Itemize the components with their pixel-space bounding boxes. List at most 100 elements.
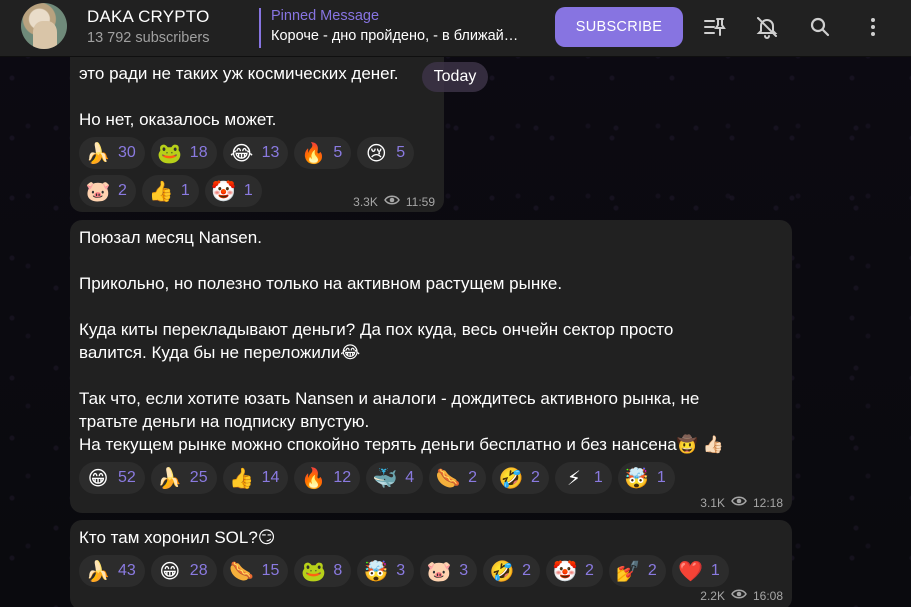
reaction-count: 1 <box>656 469 666 486</box>
message-meta: 3.3K 11:59 <box>353 194 435 209</box>
reaction-chip[interactable]: 🤯 1 <box>617 462 675 494</box>
reaction-chip[interactable]: 🍌 25 <box>150 462 217 494</box>
view-count: 2.2K <box>700 588 725 603</box>
reaction-chip[interactable]: 🤣 2 <box>483 555 541 587</box>
message-line <box>79 249 783 272</box>
reaction-chip[interactable]: 🐸 18 <box>150 137 217 169</box>
banana-icon: 🍌 <box>85 141 111 165</box>
message-text: это ради не таких уж космических денег. … <box>79 62 435 131</box>
laughing-icon: 😂 <box>229 141 254 165</box>
reaction-chip[interactable]: 🔥 5 <box>294 137 352 169</box>
channel-info[interactable]: DAKA CRYPTO 13 792 subscribers <box>87 7 210 46</box>
reaction-chip[interactable]: 🐸 8 <box>294 555 352 587</box>
rofl-icon: 🤣 <box>498 466 524 490</box>
reaction-chip[interactable]: ❤️ 1 <box>671 555 729 587</box>
reaction-count: 3 <box>459 562 469 579</box>
reaction-count: 2 <box>585 562 594 579</box>
reaction-count: 3 <box>396 562 406 579</box>
reaction-chip[interactable]: 😁 52 <box>79 462 145 494</box>
message-time: 12:18 <box>752 495 783 510</box>
eye-icon <box>731 495 747 510</box>
reaction-count: 18 <box>189 144 208 161</box>
reaction-chip[interactable]: 🤡 2 <box>546 555 603 587</box>
message-text: Кто там хоронил SOL?😏 <box>79 526 783 549</box>
message-bubble[interactable]: Поюзал месяц Nansen. Прикольно, но полез… <box>70 220 792 513</box>
message-bubble[interactable]: Кто там хоронил SOL?😏 🍌 43 😁 28 🌭 15 🐸 8 🤯 3 🐷 3 🤣 2 🤡… <box>70 520 792 607</box>
lightning-icon: ⚡ <box>566 466 581 490</box>
message-line: тратьте деньги на подписку впустую. <box>79 412 370 431</box>
reaction-chip[interactable]: 🤡 1 <box>204 175 262 207</box>
reaction-chip[interactable]: 🤯 3 <box>357 555 415 587</box>
reaction-count: 13 <box>261 144 280 161</box>
reaction-chip[interactable]: 😂 13 <box>222 137 289 169</box>
reaction-count: 1 <box>710 562 720 579</box>
reaction-chip[interactable]: 👍 1 <box>141 175 199 207</box>
reaction-chip[interactable]: 🐷 3 <box>420 555 478 587</box>
whale-icon: 🐳 <box>372 466 398 490</box>
reaction-count: 5 <box>333 144 343 161</box>
reaction-chip[interactable]: 🍌 43 <box>79 555 145 587</box>
message-text: Поюзал месяц Nansen. Прикольно, но полез… <box>79 226 783 456</box>
reaction-chip[interactable]: 🔥 12 <box>294 462 361 494</box>
reaction-chip[interactable]: 🐳 4 <box>366 462 424 494</box>
bell-muted-icon[interactable] <box>753 13 781 41</box>
view-count: 3.3K <box>353 194 378 209</box>
subscribe-button[interactable]: SUBSCRIBE <box>555 7 683 47</box>
reaction-count: 2 <box>118 182 127 199</box>
view-count: 3.1K <box>700 495 725 510</box>
reaction-chip[interactable]: 😢 5 <box>357 137 415 169</box>
message-line: Прикольно, но полезно только на активном… <box>79 274 563 293</box>
pig-icon: 🐷 <box>426 559 452 583</box>
pinned-list-icon[interactable] <box>700 13 728 41</box>
reaction-chip[interactable]: 😁 28 <box>150 555 217 587</box>
reactions-bar: 😁 52 🍌 25 👍 14 🔥 12 🐳 4 🌭 2 🤣 2 ⚡ 1 🤯 1 <box>79 462 783 494</box>
message-time: 11:59 <box>405 194 435 209</box>
reaction-chip[interactable]: 🌭 15 <box>222 555 289 587</box>
reaction-count: 2 <box>531 469 540 486</box>
hotdog-icon: 🌭 <box>435 466 461 490</box>
reaction-count: 30 <box>118 144 136 161</box>
channel-avatar[interactable] <box>21 3 67 49</box>
date-separator: Today <box>422 62 488 92</box>
reaction-chip[interactable]: 🌭 2 <box>429 462 486 494</box>
search-icon[interactable] <box>806 13 834 41</box>
subscriber-count: 13 792 subscribers <box>87 30 210 46</box>
mind-blown-icon: 🤯 <box>624 466 650 490</box>
banana-icon: 🍌 <box>85 559 111 583</box>
more-vert-icon[interactable] <box>859 13 887 41</box>
reaction-chip[interactable]: 🤣 2 <box>492 462 549 494</box>
hotdog-icon: 🌭 <box>229 559 255 583</box>
message-bubble[interactable]: это ради не таких уж космических денег. … <box>70 40 444 212</box>
reaction-count: 2 <box>522 562 532 579</box>
eye-icon <box>731 588 747 603</box>
pinned-message[interactable]: Pinned Message Короче - дно пройдено, - … <box>259 8 529 48</box>
thumbs-up-icon: 👍 <box>229 466 255 490</box>
reactions-bar: 🍌 43 😁 28 🌭 15 🐸 8 🤯 3 🐷 3 🤣 2 🤡 2 💅 2 ❤️ 1 <box>79 555 783 587</box>
pig-icon: 🐷 <box>85 179 111 203</box>
reaction-count: 1 <box>593 469 603 486</box>
reaction-chip[interactable]: 🍌 30 <box>79 137 145 169</box>
channel-title: DAKA CRYPTO <box>87 7 210 26</box>
grin-icon: 😁 <box>159 559 181 583</box>
reaction-chip[interactable]: ⚡ 1 <box>554 462 612 494</box>
fire-icon: 🔥 <box>300 141 326 165</box>
reaction-count: 2 <box>468 469 477 486</box>
reaction-count: 2 <box>647 562 657 579</box>
reaction-count: 28 <box>189 562 208 579</box>
heart-icon: ❤️ <box>678 559 704 583</box>
message-time: 16:08 <box>752 588 783 603</box>
crying-icon: 😢 <box>365 141 387 165</box>
reaction-count: 25 <box>189 469 208 486</box>
banana-icon: 🍌 <box>157 466 183 490</box>
thumbs-up-icon: 👍 <box>148 179 174 203</box>
reaction-chip[interactable]: 💅 2 <box>608 555 666 587</box>
face-icon: 🤡 <box>211 179 237 203</box>
grin-icon: 😁 <box>87 466 109 490</box>
reaction-count: 14 <box>261 469 280 486</box>
reaction-chip[interactable]: 👍 14 <box>222 462 289 494</box>
reaction-count: 1 <box>180 182 190 199</box>
reaction-count: 52 <box>118 469 136 486</box>
message-meta: 2.2K 16:08 <box>700 588 783 603</box>
mind-blown-icon: 🤯 <box>363 559 389 583</box>
reaction-chip[interactable]: 🐷 2 <box>79 175 136 207</box>
